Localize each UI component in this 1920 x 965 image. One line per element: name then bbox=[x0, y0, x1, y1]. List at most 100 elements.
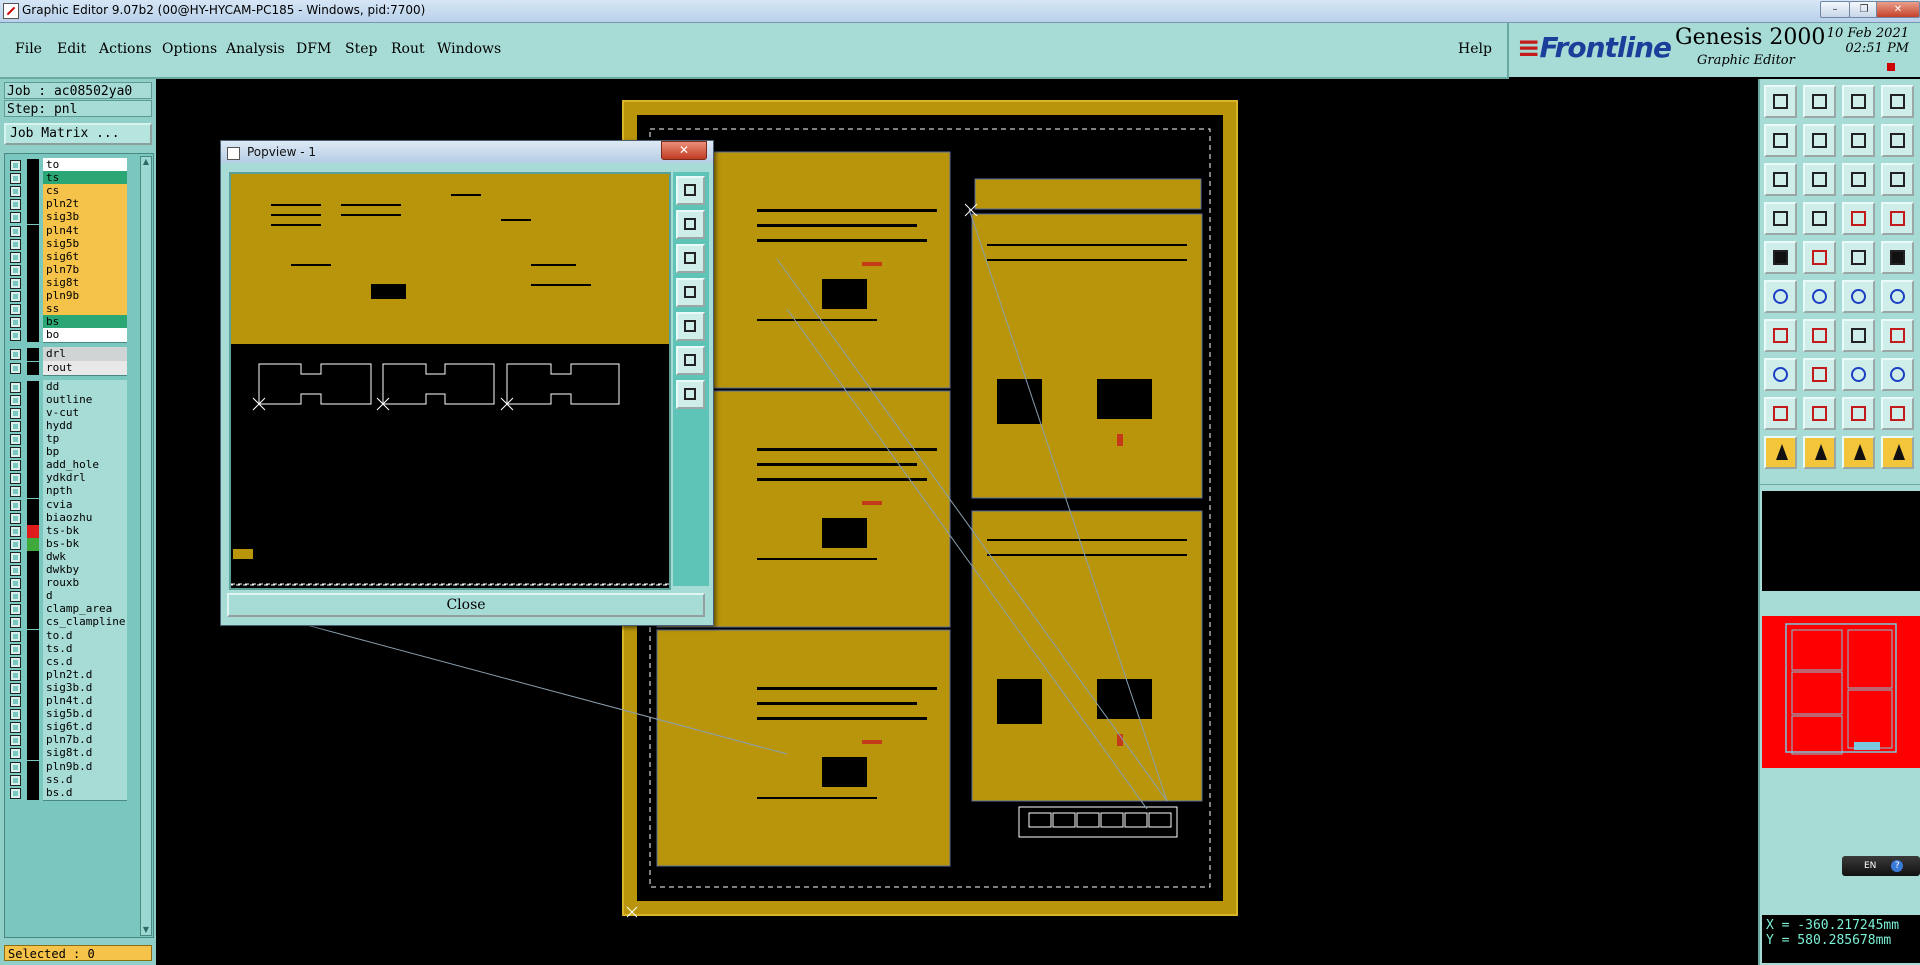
zoom-area-icon[interactable] bbox=[676, 380, 705, 409]
redo-icon[interactable] bbox=[1881, 124, 1914, 157]
layer-color-swatch[interactable] bbox=[27, 616, 39, 630]
layer-checkbox[interactable] bbox=[10, 304, 21, 316]
pad-icon[interactable] bbox=[1764, 241, 1797, 274]
layer-color-swatch[interactable] bbox=[27, 361, 39, 375]
layer-checkbox[interactable] bbox=[10, 264, 21, 276]
layer-checkbox[interactable] bbox=[10, 696, 21, 707]
rotate-icon[interactable] bbox=[1842, 319, 1875, 352]
cut-icon[interactable] bbox=[1803, 358, 1836, 391]
filter-icon[interactable] bbox=[1881, 202, 1914, 235]
layer-checkbox[interactable] bbox=[10, 565, 21, 576]
layer-color-swatch[interactable] bbox=[27, 708, 39, 722]
layer-color-swatch[interactable] bbox=[27, 681, 39, 695]
zoom-fit-icon[interactable] bbox=[1764, 163, 1797, 196]
zoom-in-icon[interactable] bbox=[1803, 163, 1836, 196]
popview-viewport[interactable] bbox=[229, 172, 671, 590]
layer-checkbox[interactable] bbox=[10, 460, 21, 472]
save-icon[interactable] bbox=[1803, 85, 1836, 118]
menu-help[interactable]: Help bbox=[1458, 41, 1492, 57]
layer-color-swatch[interactable] bbox=[27, 224, 39, 238]
layer-checkbox[interactable] bbox=[10, 212, 21, 224]
menu-analysis[interactable]: Analysis bbox=[226, 41, 285, 57]
layer-checkbox[interactable] bbox=[10, 643, 21, 655]
maximize-button[interactable]: ❐ bbox=[1849, 1, 1879, 18]
line-icon[interactable] bbox=[1803, 241, 1836, 274]
layer-color-swatch[interactable] bbox=[27, 263, 39, 277]
layer-checkbox[interactable] bbox=[10, 656, 21, 668]
a-icon[interactable] bbox=[1803, 397, 1836, 430]
layer-color-swatch[interactable] bbox=[27, 550, 39, 564]
undo-icon[interactable] bbox=[1842, 124, 1875, 157]
layer-checkbox[interactable] bbox=[10, 277, 21, 289]
layer-checkbox[interactable] bbox=[10, 722, 21, 734]
layer-checkbox[interactable] bbox=[10, 761, 21, 773]
layer-color-swatch[interactable] bbox=[27, 290, 39, 303]
measure-icon[interactable] bbox=[1764, 202, 1797, 235]
layer-scrollbar[interactable]: ▲ ▼ bbox=[140, 156, 152, 936]
layer-checkbox[interactable] bbox=[10, 420, 21, 432]
job-matrix-button[interactable]: Job Matrix ... bbox=[4, 123, 152, 145]
layer-color-swatch[interactable] bbox=[27, 433, 39, 446]
layer-color-swatch[interactable] bbox=[27, 760, 39, 774]
snap-point-icon[interactable] bbox=[1881, 358, 1914, 391]
layer-color-swatch[interactable] bbox=[27, 721, 39, 735]
layer-checkbox[interactable] bbox=[10, 349, 21, 361]
layer-color-swatch[interactable] bbox=[27, 668, 39, 682]
open-job-icon[interactable] bbox=[1764, 85, 1797, 118]
layer-checkbox[interactable] bbox=[10, 578, 21, 590]
layer-checkbox[interactable] bbox=[10, 617, 21, 629]
layer-color-swatch[interactable] bbox=[27, 419, 39, 433]
help-icon[interactable] bbox=[1881, 163, 1914, 196]
layer-color-swatch[interactable] bbox=[27, 198, 39, 212]
zoom-fit-icon[interactable] bbox=[676, 176, 705, 205]
scroll-down-icon[interactable]: ▼ bbox=[141, 925, 151, 935]
layer-checkbox[interactable] bbox=[10, 225, 21, 237]
scroll-up-icon[interactable]: ▲ bbox=[141, 157, 151, 167]
layer-color-swatch[interactable] bbox=[27, 446, 39, 460]
menu-rout[interactable]: Rout bbox=[391, 41, 425, 57]
menu-step[interactable]: Step bbox=[345, 41, 377, 57]
layer-checkbox[interactable] bbox=[10, 407, 21, 419]
step-left-icon[interactable] bbox=[1764, 124, 1797, 157]
select-icon[interactable] bbox=[1803, 436, 1836, 469]
window-icon[interactable] bbox=[1881, 85, 1914, 118]
connect-icon[interactable] bbox=[1842, 280, 1875, 313]
layer-color-swatch[interactable] bbox=[27, 655, 39, 669]
overview-minimap[interactable] bbox=[1762, 616, 1920, 768]
layer-checkbox[interactable] bbox=[10, 447, 21, 459]
layer-checkbox[interactable] bbox=[10, 525, 21, 537]
layer-checkbox[interactable] bbox=[10, 317, 21, 329]
layer-color-swatch[interactable] bbox=[27, 276, 39, 290]
zoom-out-icon[interactable] bbox=[676, 244, 705, 273]
pick-icon[interactable] bbox=[1842, 436, 1875, 469]
layer-color-swatch[interactable] bbox=[27, 642, 39, 656]
layer-checkbox[interactable] bbox=[10, 186, 21, 198]
mirror-icon[interactable] bbox=[1881, 319, 1914, 352]
layer-checkbox[interactable] bbox=[10, 238, 21, 250]
layer-color-swatch[interactable] bbox=[27, 498, 39, 512]
layer-color-swatch[interactable] bbox=[27, 511, 39, 525]
grid-icon[interactable] bbox=[1803, 202, 1836, 235]
layer-checkbox[interactable] bbox=[10, 251, 21, 263]
align-icon[interactable] bbox=[1842, 358, 1875, 391]
layer-checkbox[interactable] bbox=[10, 682, 21, 694]
layer-color-swatch[interactable] bbox=[27, 590, 39, 604]
layer-checkbox[interactable] bbox=[10, 748, 21, 760]
layer-row[interactable]: rout bbox=[7, 360, 127, 376]
pan-right-icon[interactable] bbox=[676, 312, 705, 341]
layer-name[interactable]: bs.d bbox=[43, 785, 127, 801]
layer-color-swatch[interactable] bbox=[27, 603, 39, 617]
layer-checkbox[interactable] bbox=[10, 512, 21, 524]
layer-checkbox[interactable] bbox=[10, 473, 21, 485]
layer-checkbox[interactable] bbox=[10, 538, 21, 550]
layer-color-swatch[interactable] bbox=[27, 303, 39, 317]
layer-color-swatch[interactable] bbox=[27, 393, 39, 407]
layer-checkbox[interactable] bbox=[10, 381, 21, 393]
layer-color-swatch[interactable] bbox=[27, 485, 39, 499]
layer-checkbox[interactable] bbox=[10, 486, 21, 498]
step-right-icon[interactable] bbox=[1803, 124, 1836, 157]
layer-color-swatch[interactable] bbox=[27, 329, 39, 343]
arch-icon[interactable] bbox=[1881, 397, 1914, 430]
layer-color-swatch[interactable] bbox=[27, 211, 39, 225]
layer-color-swatch[interactable] bbox=[27, 564, 39, 577]
